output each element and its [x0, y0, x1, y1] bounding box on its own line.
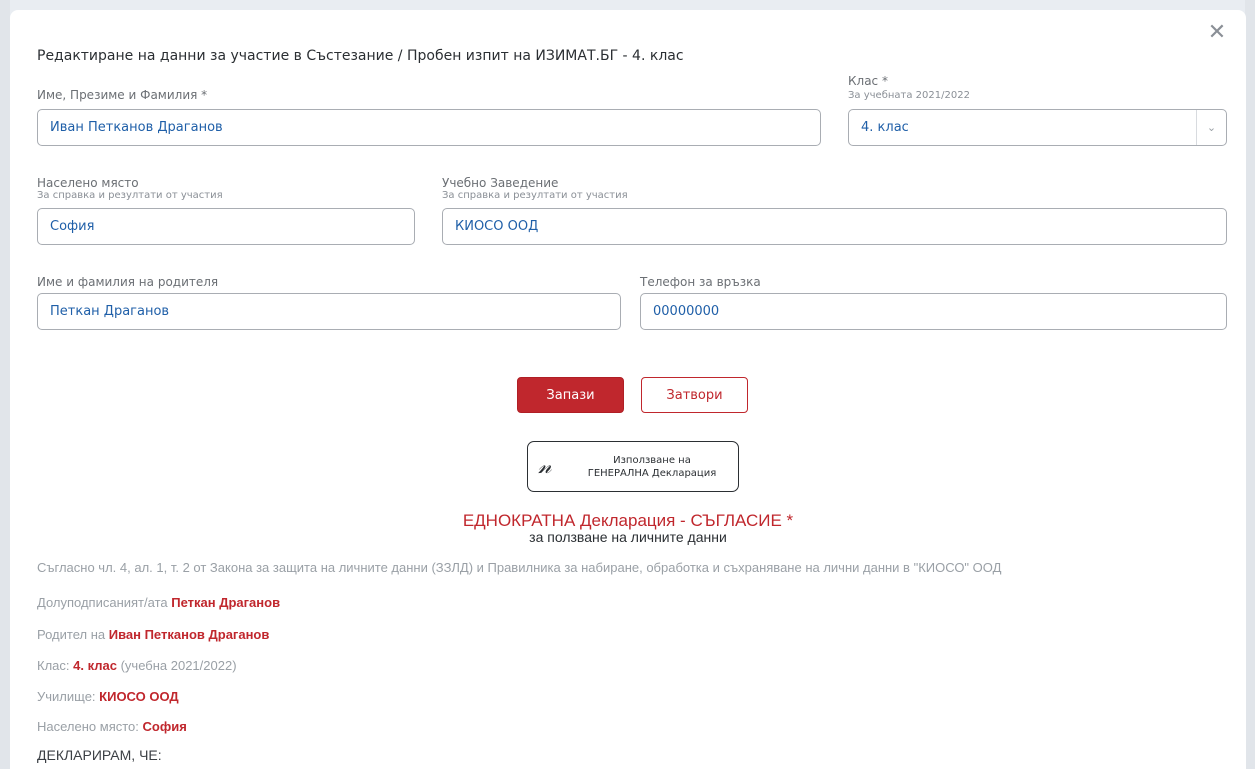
school-label: Учебно Заведение: [442, 176, 559, 190]
declaration-title: ЕДНОКРАТНА Декларация - СЪГЛАСИЕ *: [462, 511, 794, 530]
declaration-subtitle: за ползване на личните данни: [529, 529, 727, 545]
use-general-declaration-button[interactable]: 𝓃 Използване на ГЕНЕРАЛНА Декларация: [527, 441, 739, 492]
general-line-1: Използване на: [613, 454, 691, 466]
phone-label: Телефон за връзка: [640, 275, 761, 289]
city-prefix: Населено място:: [37, 719, 139, 734]
phone-input[interactable]: 00000000: [640, 293, 1227, 330]
save-button[interactable]: Запази: [517, 377, 624, 413]
signer-prefix: Долуподписаният/ата: [37, 595, 168, 610]
dialog-title: Редактиране на данни за участие в Състез…: [37, 48, 684, 64]
city-label: Населено място: [37, 176, 139, 190]
parent-name-label: Име и фамилия на родителя: [37, 275, 219, 289]
declaration-intro: Съгласно чл. 4, ал. 1, т. 2 от Закона за…: [37, 560, 1002, 575]
page-backdrop-left: [0, 0, 10, 769]
close-icon[interactable]: ✕: [1206, 22, 1228, 44]
class-label: Клас *: [848, 74, 888, 88]
class-prefix: Клас:: [37, 658, 70, 673]
full-name-label: Име, Презиме и Фамилия *: [37, 88, 208, 102]
school-prefix: Училище:: [37, 689, 96, 704]
class-suffix: (учебна 2021/2022): [120, 658, 237, 673]
declare-heading: ДЕКЛАРИРАМ, ЧЕ:: [37, 747, 162, 763]
parent-name-input[interactable]: Петкан Драганов: [37, 293, 621, 330]
signature-icon: 𝓃: [538, 454, 552, 479]
city-value: София: [142, 719, 187, 734]
class-select-value: 4. клас: [861, 120, 909, 135]
parent-prefix: Родител на: [37, 627, 106, 642]
declaration-class: Клас: 4. клас (учебна 2021/2022): [37, 658, 237, 673]
declaration-parent: Родител на Иван Петканов Драганов: [37, 627, 269, 642]
full-name-input[interactable]: Иван Петканов Драганов: [37, 109, 821, 146]
general-declaration-label: Използване на ГЕНЕРАЛНА Декларация: [572, 454, 732, 480]
declaration-city: Населено място: София: [37, 719, 187, 734]
city-sublabel: За справка и резултати от участия: [37, 190, 223, 201]
class-select[interactable]: 4. клас ⌄: [848, 109, 1227, 146]
declaration-signer: Долуподписаният/ата Петкан Драганов: [37, 595, 280, 610]
declaration-school: Училище: КИОСО ООД: [37, 689, 179, 704]
school-value: КИОСО ООД: [99, 689, 179, 704]
chevron-down-icon[interactable]: ⌄: [1196, 110, 1226, 145]
school-sublabel: За справка и резултати от участия: [442, 190, 628, 201]
class-sublabel: За учебната 2021/2022: [848, 90, 970, 101]
class-value: 4. клас: [73, 658, 117, 673]
city-input[interactable]: София: [37, 208, 415, 245]
general-line-2: ГЕНЕРАЛНА Декларация: [587, 467, 717, 479]
signer-value: Петкан Драганов: [171, 595, 281, 610]
edit-participation-dialog: ✕ Редактиране на данни за участие в Съст…: [10, 10, 1246, 769]
parent-value: Иван Петканов Драганов: [108, 627, 270, 642]
school-input[interactable]: КИОСО ООД: [442, 208, 1227, 245]
close-button[interactable]: Затвори: [641, 377, 748, 413]
page-backdrop-right: [1245, 0, 1255, 769]
